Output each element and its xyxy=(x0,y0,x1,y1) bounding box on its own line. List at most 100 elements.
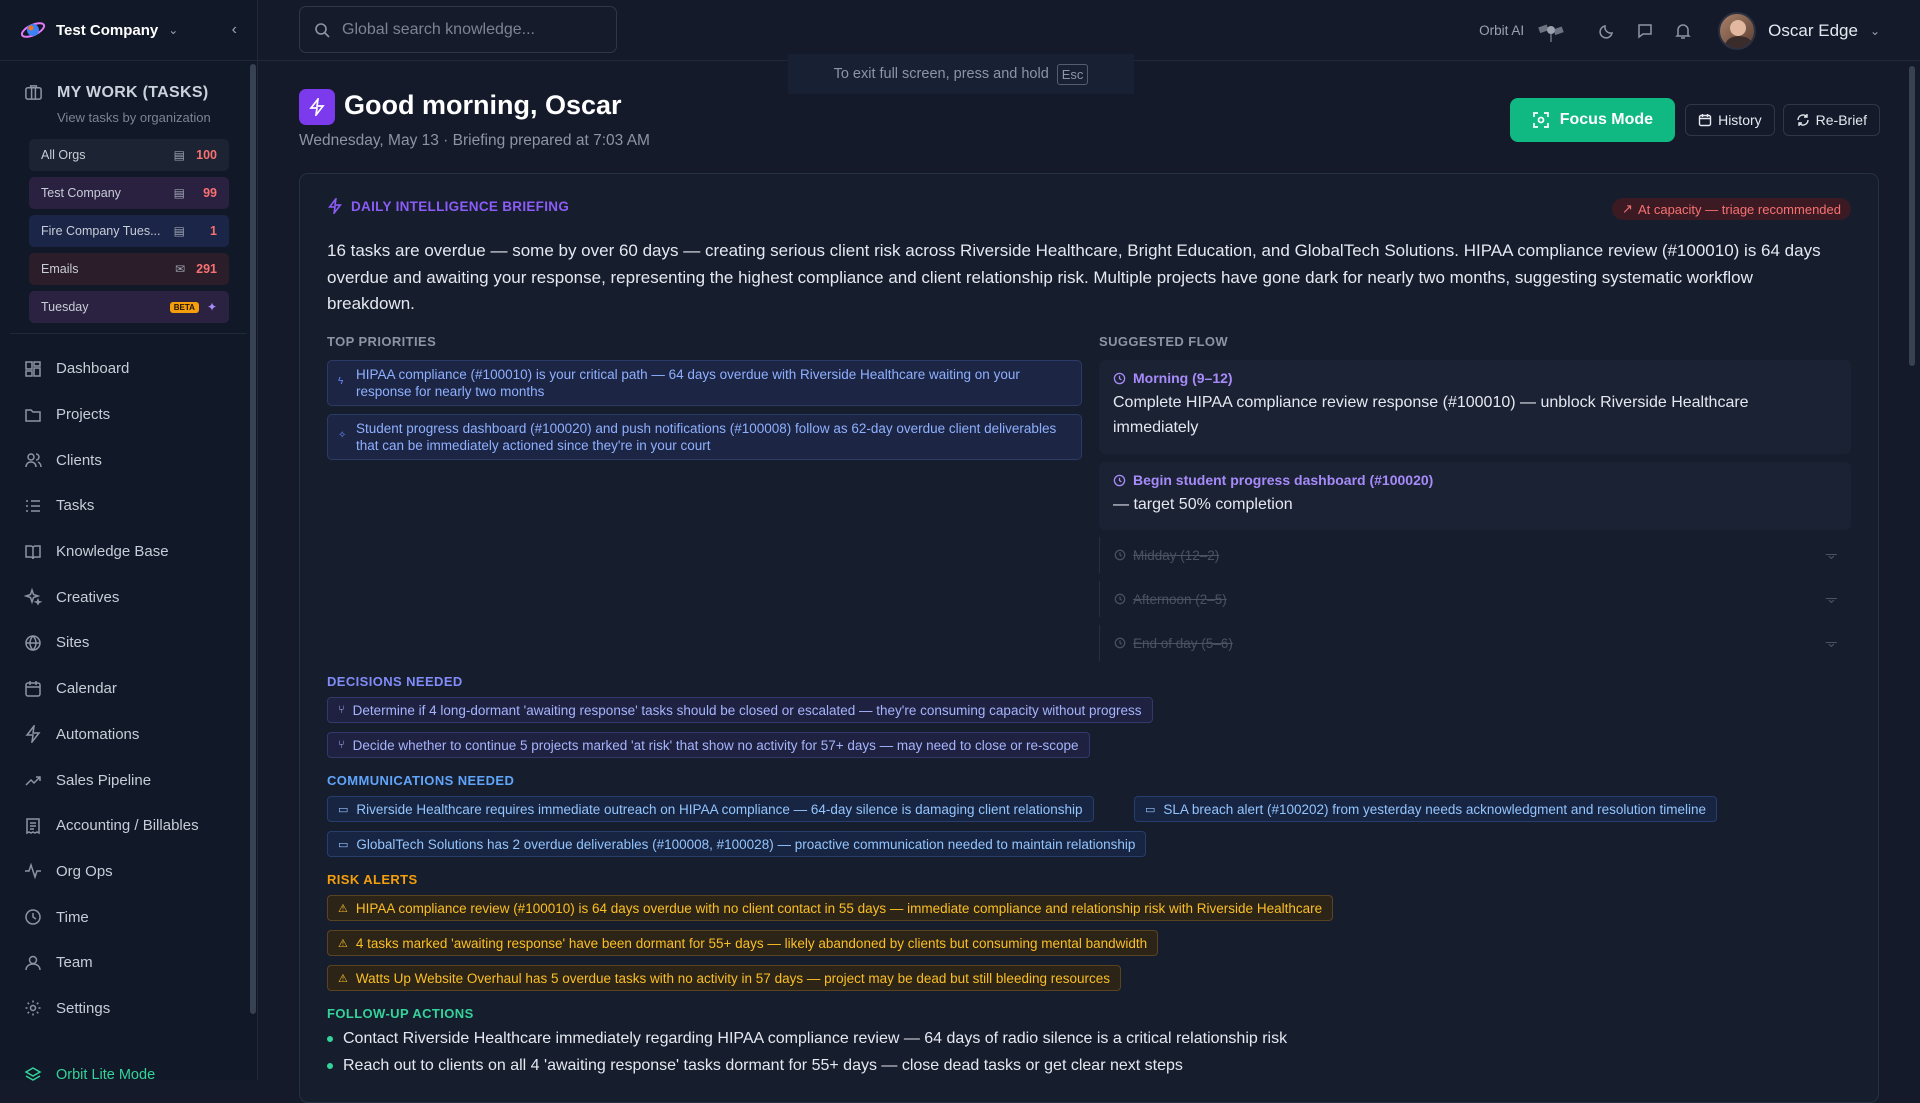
capacity-badge: ↗ At capacity — triage recommended xyxy=(1612,198,1851,220)
divider xyxy=(10,333,247,334)
org-count: 1 xyxy=(210,224,217,238)
risk-item[interactable]: ⚠ HIPAA compliance review (#100010) is 6… xyxy=(327,895,1334,921)
briefcase-icon xyxy=(25,85,42,100)
flow-text: — target 50% completion xyxy=(1113,496,1293,513)
nav-item-automations[interactable]: Automations xyxy=(0,712,257,758)
topbar: Global search knowledge... To exit full … xyxy=(258,0,1920,94)
nav-item-sales-pipeline[interactable]: Sales Pipeline xyxy=(0,757,257,803)
bell-icon[interactable] xyxy=(1674,22,1692,40)
org-item-tuesday[interactable]: Tuesday BETA ✦ xyxy=(29,291,229,323)
nav-item-team[interactable]: Team xyxy=(0,940,257,986)
main-scrollbar[interactable] xyxy=(1904,61,1920,1080)
sidebar-scrollbar[interactable] xyxy=(249,64,257,1080)
global-search-input[interactable]: Global search knowledge... xyxy=(299,6,617,53)
briefing-title: DAILY INTELLIGENCE BRIEFING xyxy=(327,198,569,214)
header-actions: Focus Mode History Re-Brief xyxy=(1509,98,1880,142)
list-icon xyxy=(26,500,40,512)
risk-item[interactable]: ⚠ 4 tasks marked 'awaiting response' hav… xyxy=(327,930,1159,956)
team-icon xyxy=(25,955,41,970)
org-item-emails[interactable]: Emails ✉ 291 xyxy=(29,253,229,285)
gear-icon xyxy=(25,1000,41,1016)
flow-block-student-dashboard: Begin student progress dashboard (#10002… xyxy=(1099,462,1851,530)
flow-block-morning: Morning (9–12) Complete HIPAA compliance… xyxy=(1099,360,1851,454)
risk-item[interactable]: ⚠ Watts Up Website Overhaul has 5 overdu… xyxy=(327,965,1121,991)
user-name[interactable]: Oscar Edge xyxy=(1768,21,1858,41)
nav-item-dashboard[interactable]: Dashboard xyxy=(0,346,257,392)
topbar-actions: Orbit AI Oscar Edge ⌄ xyxy=(1479,0,1880,61)
layers-icon xyxy=(24,1067,42,1081)
priority-item[interactable]: ✧ Student progress dashboard (#100020) a… xyxy=(327,414,1082,460)
nav-item-accounting[interactable]: Accounting / Billables xyxy=(0,803,257,849)
orbit-lite-mode-link[interactable]: Orbit Lite Mode xyxy=(24,1066,155,1084)
decisions-needed-label: DECISIONS NEEDED xyxy=(327,674,463,689)
search-icon xyxy=(315,22,330,38)
book-icon xyxy=(25,544,41,559)
org-count: 100 xyxy=(196,148,217,162)
chat-icon: ▭ xyxy=(338,838,349,851)
moon-icon[interactable] xyxy=(1598,22,1616,40)
nav-item-projects[interactable]: Projects xyxy=(0,392,257,438)
chevron-down-icon: ⌄ xyxy=(168,23,179,37)
decision-item[interactable]: ⑂ Decide whether to continue 5 projects … xyxy=(327,732,1090,758)
chevron-down-icon[interactable]: ⌄ xyxy=(1870,24,1880,38)
nav-item-calendar[interactable]: Calendar xyxy=(0,666,257,712)
org-count: 291 xyxy=(196,262,217,276)
company-logo-icon xyxy=(20,22,46,38)
communications-needed-label: COMMUNICATIONS NEEDED xyxy=(327,773,515,788)
page-title: Good morning, Oscar xyxy=(344,90,622,120)
briefing-timestamp: Wednesday, May 13 · Briefing prepared at… xyxy=(299,132,650,149)
flow-block-end-of-day[interactable]: End of day (5–6) ⌄ xyxy=(1099,625,1851,661)
calendar-icon xyxy=(25,680,41,697)
nav-item-org-ops[interactable]: Org Ops xyxy=(0,849,257,895)
org-item-fire-company[interactable]: Fire Company Tues... ▤ 1 xyxy=(29,215,229,247)
suggested-flow-label: SUGGESTED FLOW xyxy=(1099,334,1229,349)
nav-item-clients[interactable]: Clients xyxy=(0,437,257,483)
folder-icon xyxy=(25,408,41,422)
org-item-test-company[interactable]: Test Company ▤ 99 xyxy=(29,177,229,209)
communication-item[interactable]: ▭ SLA breach alert (#100202) from yester… xyxy=(1134,796,1717,822)
receipt-icon xyxy=(26,817,40,834)
communication-item[interactable]: ▭ GlobalTech Solutions has 2 overdue del… xyxy=(327,831,1147,857)
follow-up-actions-label: FOLLOW-UP ACTIONS xyxy=(327,1006,474,1021)
focus-mode-button[interactable]: Focus Mode xyxy=(1509,98,1676,142)
branch-icon: ⑂ xyxy=(338,704,345,716)
clock-icon xyxy=(25,909,41,925)
nav-item-settings[interactable]: Settings xyxy=(0,986,257,1032)
focus-icon xyxy=(1532,112,1549,128)
flow-block-afternoon[interactable]: Afternoon (2–5) ⌄ xyxy=(1099,581,1851,617)
history-button[interactable]: History xyxy=(1685,104,1775,136)
rebrief-button[interactable]: Re-Brief xyxy=(1782,104,1880,136)
flow-block-midday[interactable]: Midday (12–2) ⌄ xyxy=(1099,537,1851,573)
collapse-sidebar-icon[interactable]: ‹ xyxy=(232,21,237,39)
org-switcher[interactable]: Test Company ⌄ ‹ xyxy=(0,0,257,61)
beta-badge: BETA xyxy=(169,301,199,313)
nav-item-time[interactable]: Time xyxy=(0,894,257,940)
clock-icon xyxy=(1114,593,1126,605)
orbit-ai-label[interactable]: Orbit AI xyxy=(1479,23,1524,38)
clock-icon xyxy=(1114,549,1126,561)
chevron-down-icon: ⌄ xyxy=(1825,591,1837,606)
clock-icon xyxy=(1113,372,1126,384)
main-content: Good morning, Oscar Wednesday, May 13 · … xyxy=(258,61,1920,1103)
nav-item-knowledge-base[interactable]: Knowledge Base xyxy=(0,529,257,575)
org-item-all-orgs[interactable]: All Orgs ▤ 100 xyxy=(29,139,229,171)
communication-item[interactable]: ▭ Riverside Healthcare requires immediat… xyxy=(327,796,1094,822)
flow-text: Complete HIPAA compliance review respons… xyxy=(1113,394,1749,436)
bolt-icon xyxy=(25,725,41,744)
chat-icon[interactable] xyxy=(1636,22,1654,40)
calendar-icon xyxy=(1698,114,1712,127)
users-icon xyxy=(25,453,42,468)
top-priorities-label: TOP PRIORITIES xyxy=(327,334,437,349)
priority-item[interactable]: ϟ HIPAA compliance (#100010) is your cri… xyxy=(327,360,1082,406)
satellite-icon[interactable] xyxy=(1536,17,1566,45)
decision-item[interactable]: ⑂ Determine if 4 long-dormant 'awaiting … xyxy=(327,697,1153,723)
refresh-icon xyxy=(1796,114,1809,126)
my-work-title[interactable]: MY WORK (TASKS) xyxy=(24,83,257,102)
nav-item-creatives[interactable]: Creatives xyxy=(0,574,257,620)
globe-icon xyxy=(25,634,41,652)
nav-item-tasks[interactable]: Tasks xyxy=(0,483,257,529)
company-name: Test Company xyxy=(56,21,159,39)
avatar[interactable] xyxy=(1718,11,1757,50)
warning-icon: ⚠ xyxy=(338,937,348,950)
nav-item-sites[interactable]: Sites xyxy=(0,620,257,666)
